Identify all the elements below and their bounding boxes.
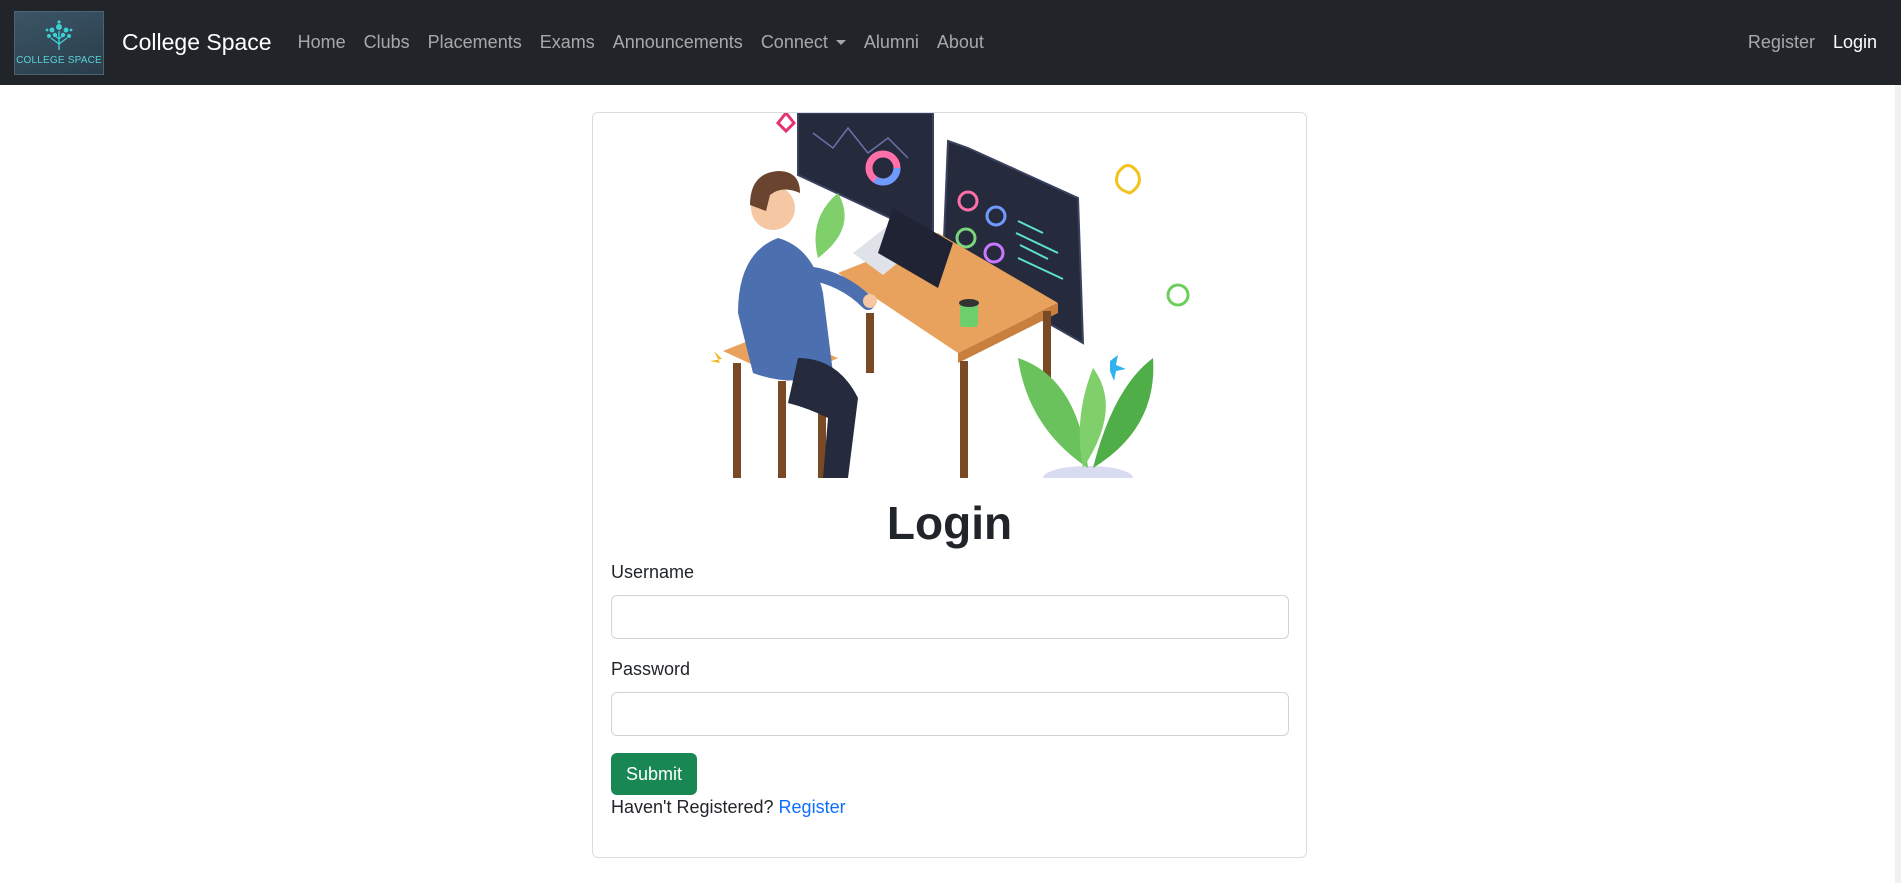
nav-register[interactable]: Register <box>1748 32 1815 53</box>
nav-right: Register Login <box>1730 0 1877 85</box>
nav-clubs[interactable]: Clubs <box>364 32 410 53</box>
developer-illustration <box>710 113 1190 478</box>
brand-name[interactable]: College Space <box>122 29 272 56</box>
nav-alumni[interactable]: Alumni <box>864 32 919 53</box>
password-label: Password <box>611 659 691 679</box>
password-input[interactable] <box>611 692 1289 736</box>
nav-exams[interactable]: Exams <box>540 32 595 53</box>
register-prompt: Haven't Registered? Register <box>611 797 846 818</box>
nav-home[interactable]: Home <box>298 32 346 53</box>
chevron-down-icon <box>835 40 846 45</box>
nav-placements[interactable]: Placements <box>428 32 522 53</box>
tree-icon <box>45 20 73 50</box>
navbar: COLLEGE SPACE College Space Home Clubs P… <box>0 0 1901 85</box>
register-prompt-text: Haven't Registered? <box>611 797 774 817</box>
nav-connect-dropdown[interactable]: Connect <box>761 32 846 53</box>
nav-login[interactable]: Login <box>1833 32 1877 53</box>
username-label: Username <box>611 562 695 582</box>
page-title: Login <box>886 497 1013 549</box>
logo-text: COLLEGE SPACE <box>16 55 102 66</box>
submit-button[interactable]: Submit <box>611 753 697 795</box>
brand-logo[interactable]: COLLEGE SPACE <box>14 10 104 75</box>
register-link[interactable]: Register <box>779 797 846 817</box>
login-card: Login Username Password Submit Haven't R… <box>592 112 1307 858</box>
username-input[interactable] <box>611 595 1289 639</box>
nav-connect-label: Connect <box>760 32 828 52</box>
nav-about[interactable]: About <box>937 32 984 53</box>
hero-illustration <box>698 113 1198 478</box>
nav-announcements[interactable]: Announcements <box>613 32 743 53</box>
scrollbar-track[interactable] <box>1895 85 1901 883</box>
